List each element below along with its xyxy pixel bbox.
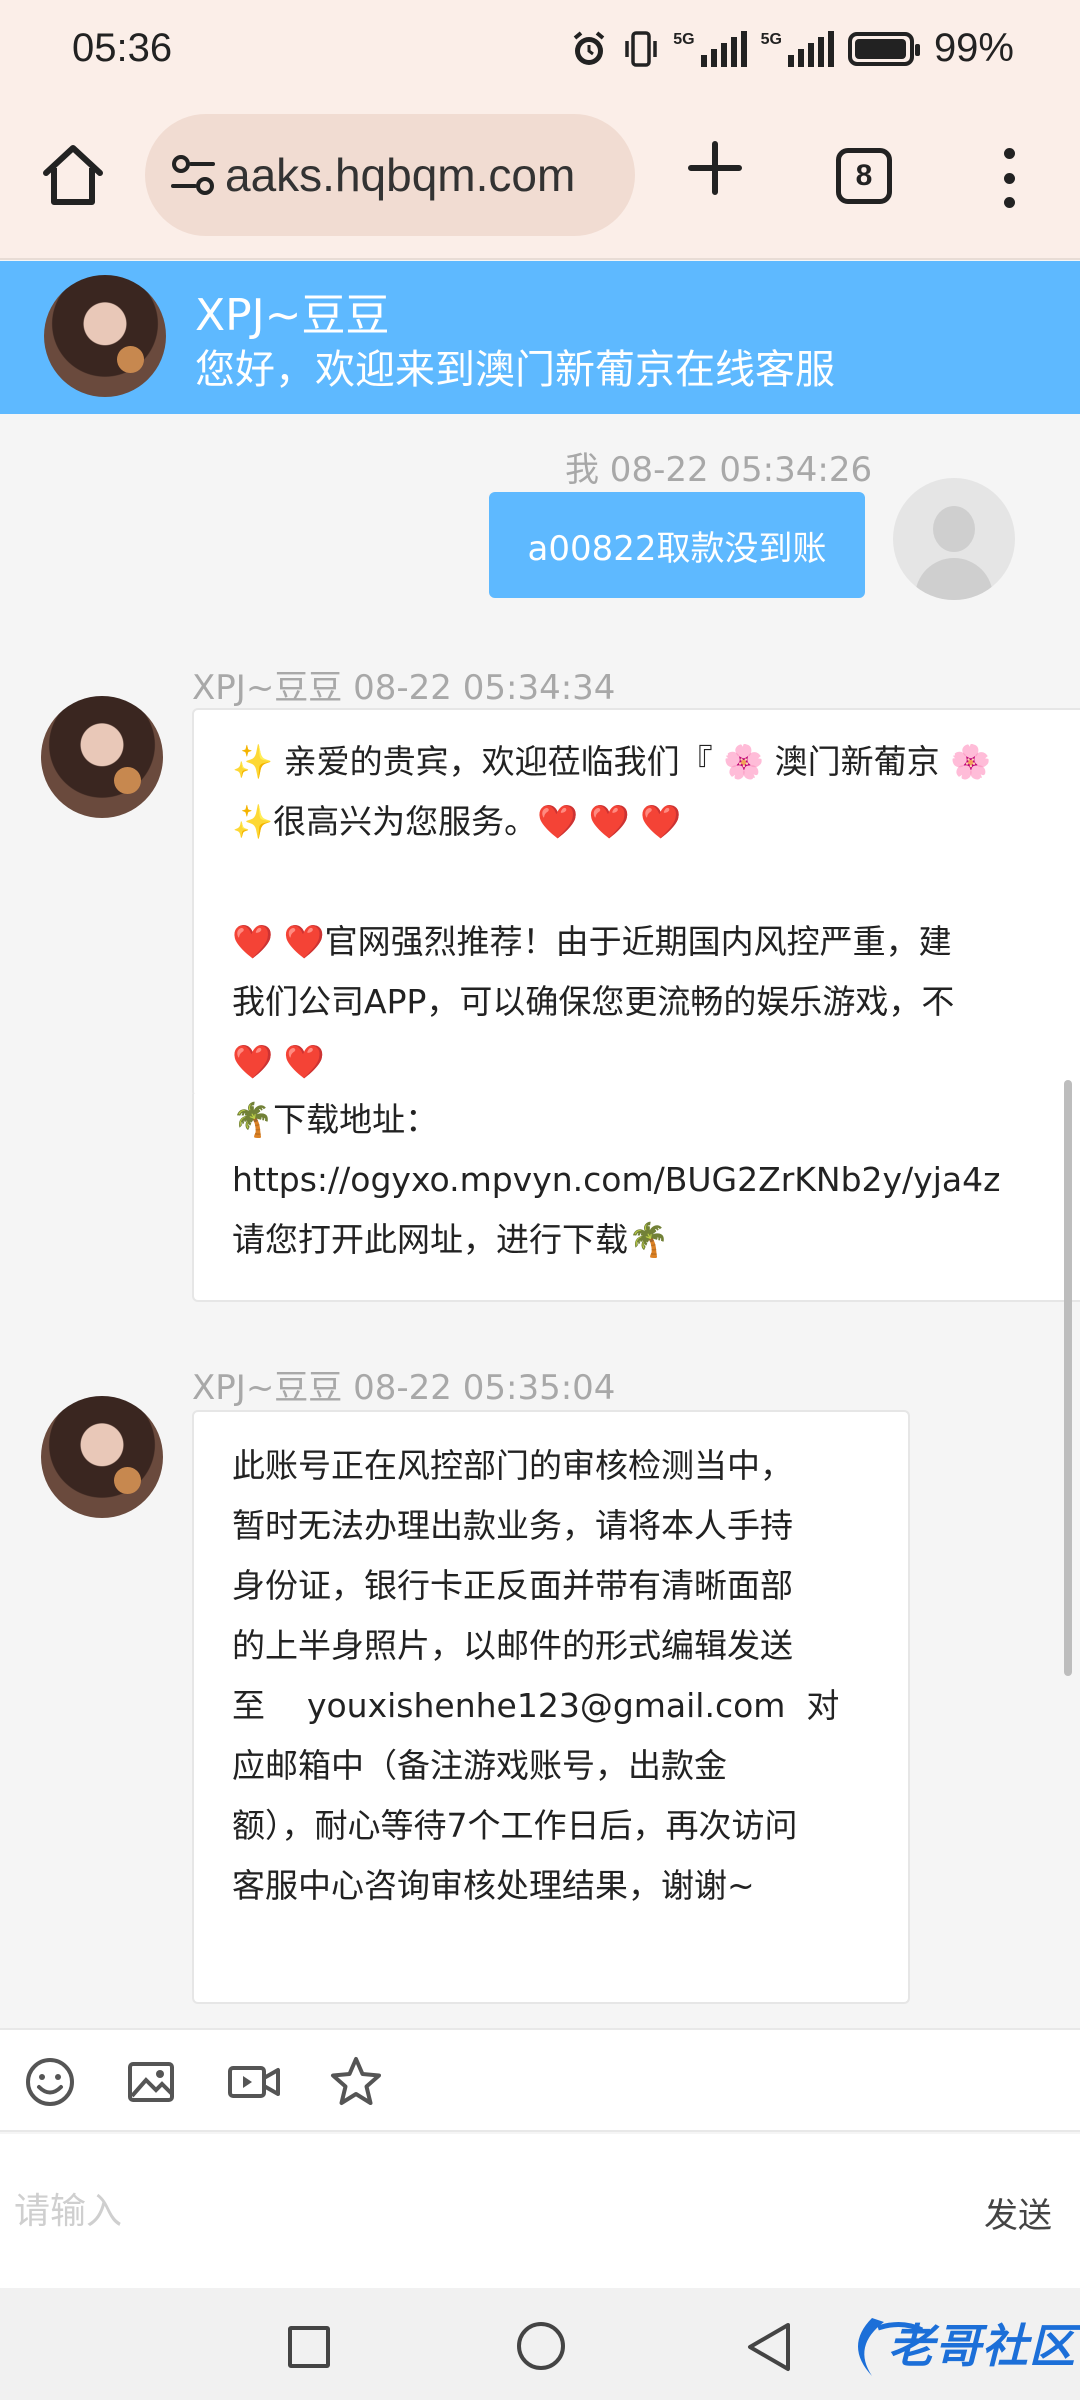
status-bar: 05:36 5G 5G 99%: [0, 0, 1080, 104]
download-label: 🌴下载地址：: [232, 1100, 439, 1139]
star-icon[interactable]: [328, 2054, 384, 2110]
user-avatar: [893, 478, 1015, 600]
agent-message-bubble: ✨ 亲爱的贵宾，欢迎莅临我们『 🌸 澳门新葡京 🌸 ✨很高兴为您服务。❤️ ❤️…: [192, 708, 1080, 1098]
message-text: 此账号正在风控部门的审核检测当中， 暂时无法办理出款业务，请将本人手持 身份证，…: [232, 1436, 839, 1916]
message-line: 客服中心咨询审核处理结果，谢谢~: [232, 1866, 755, 1905]
download-link[interactable]: https://ogyxo.mpvyn.com/BUG2ZrKNb2y/yja4…: [232, 1150, 1000, 1210]
status-icons: 5G 5G 99%: [569, 26, 1014, 71]
back-icon[interactable]: [744, 2320, 794, 2374]
message-line: ❤️ ❤️官网强烈推荐！由于近期国内风控严重，建: [232, 922, 952, 961]
message-line: 应邮箱中（备注游戏账号，出款金: [232, 1746, 727, 1785]
chat-toolbar: [0, 2028, 1080, 2132]
recent-apps-icon[interactable]: [288, 2326, 330, 2368]
vibrate-icon: [625, 30, 657, 67]
site-settings-icon[interactable]: [167, 150, 219, 202]
message-line: 我们公司APP，可以确保您更流畅的娱乐游戏，不: [232, 982, 955, 1021]
send-button[interactable]: 发送: [984, 2188, 1052, 2237]
message-line: ❤️ ❤️: [232, 1042, 325, 1081]
agent-message-bubble-continued: 🌴下载地址： https://ogyxo.mpvyn.com/BUG2ZrKNb…: [192, 1094, 1080, 1302]
message-line: ✨ 亲爱的贵宾，欢迎莅临我们『 🌸 澳门新葡京 🌸: [232, 742, 992, 781]
header-subtitle: 您好，欢迎来到澳门新葡京在线客服: [195, 347, 835, 393]
message-line: 身份证，银行卡正反面并带有清晰面部: [232, 1566, 793, 1605]
signal-5g-icon-1: 5G: [673, 30, 747, 67]
chat-messages[interactable]: 我 08-22 05:34:26 a00822取款没到账 XPJ~豆豆 08-2…: [0, 414, 1080, 2028]
address-bar[interactable]: aaks.hqbqm.com: [145, 114, 635, 236]
video-icon[interactable]: [226, 2054, 282, 2110]
home-icon[interactable]: [38, 140, 108, 210]
image-icon[interactable]: [124, 2054, 180, 2110]
url-text[interactable]: aaks.hqbqm.com: [225, 148, 575, 202]
agent-avatar: [41, 1396, 163, 1518]
agent-avatar: [41, 696, 163, 818]
message-line: 暂时无法办理出款业务，请将本人手持: [232, 1506, 793, 1545]
message-line: 请您打开此网址，进行下载🌴: [232, 1220, 670, 1259]
watermark-text: 老哥社区: [888, 2319, 1076, 2373]
signal-5g-icon-2: 5G: [761, 30, 834, 67]
agent-message-meta: XPJ~豆豆 08-22 05:35:04: [192, 1368, 616, 1408]
message-line: 此账号正在风控部门的审核检测当中，: [232, 1446, 793, 1485]
tab-switcher-button[interactable]: 8: [836, 148, 892, 204]
alarm-icon: [573, 30, 605, 65]
message-line: 的上半身照片，以邮件的形式编辑发送: [232, 1626, 793, 1665]
battery-percent: 99%: [933, 26, 1014, 70]
message-input[interactable]: [14, 2174, 914, 2248]
chat-header: XPJ~豆豆 您好，欢迎来到澳门新葡京在线客服: [0, 261, 1080, 414]
agent-avatar: [44, 275, 166, 397]
new-tab-icon[interactable]: [685, 138, 745, 198]
emoji-icon[interactable]: [22, 2054, 78, 2110]
browser-toolbar: aaks.hqbqm.com 8: [0, 104, 1080, 260]
battery-icon: [847, 31, 920, 66]
message-line-email: 至 youxishenhe123@gmail.com 对: [232, 1686, 840, 1725]
message-line: ✨很高兴为您服务。❤️ ❤️ ❤️: [232, 802, 682, 841]
more-menu-icon[interactable]: [994, 148, 1024, 208]
message-line: 额），耐心等待7个工作日后，再次访问: [232, 1806, 798, 1845]
user-message-bubble: a00822取款没到账: [489, 492, 865, 598]
agent-message-meta: XPJ~豆豆 08-22 05:34:34: [192, 668, 616, 708]
agent-name: XPJ~豆豆: [195, 290, 390, 341]
input-row: 发送: [0, 2134, 1080, 2288]
status-time: 05:36: [72, 26, 173, 70]
user-message-meta: 我 08-22 05:34:26: [565, 450, 873, 490]
system-nav-bar: 老哥社区: [0, 2288, 1080, 2400]
scrollbar[interactable]: [1064, 1080, 1072, 1676]
agent-message-bubble: 此账号正在风控部门的审核检测当中， 暂时无法办理出款业务，请将本人手持 身份证，…: [192, 1410, 910, 2004]
home-nav-icon[interactable]: [517, 2322, 565, 2370]
